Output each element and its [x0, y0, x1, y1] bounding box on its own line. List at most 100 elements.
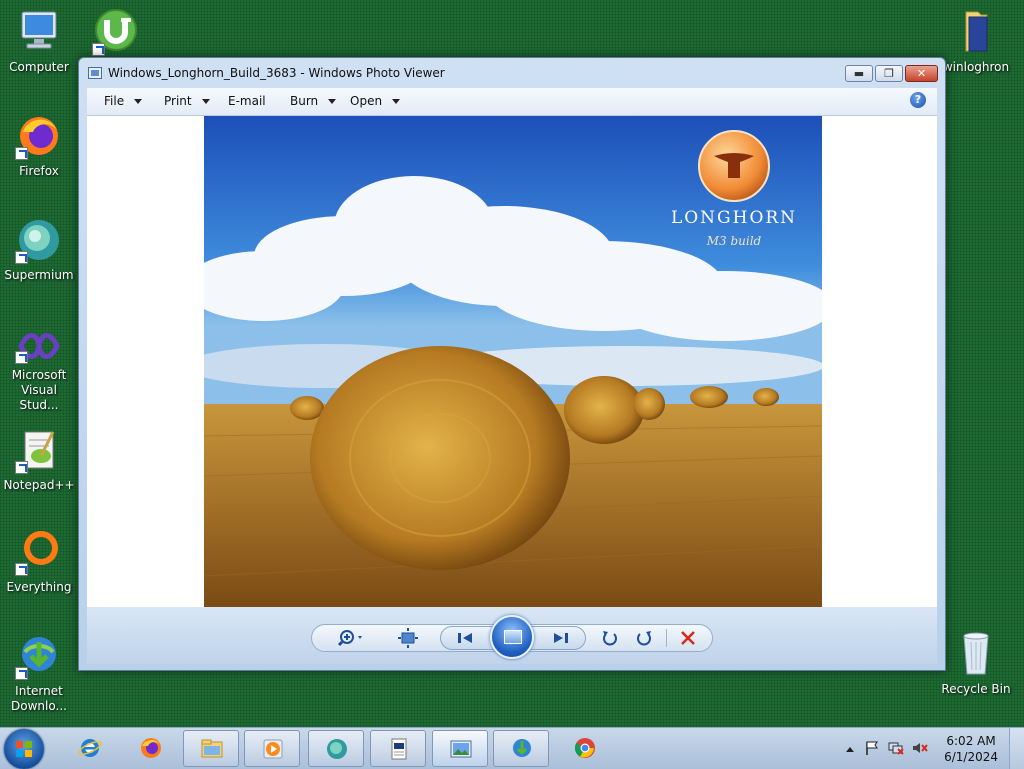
notepadpp-icon [15, 426, 63, 474]
menu-file-label: File [104, 94, 125, 108]
divider [666, 629, 667, 647]
chevron-down-icon [134, 99, 143, 104]
desktop-icon-folder[interactable]: winloghron [938, 8, 1014, 75]
flag-icon [866, 741, 878, 755]
menu-bar: File Print E-mail Burn Open ? [87, 88, 937, 116]
chevron-up-icon [846, 747, 854, 752]
close-button[interactable]: ✕ [905, 65, 938, 82]
menu-email-label: E-mail [228, 94, 266, 108]
desktop-icon-label: Notepad++ [3, 478, 75, 492]
taskbar-media-player[interactable] [244, 730, 300, 767]
photo-viewer-app-icon [88, 67, 102, 79]
clock[interactable]: 6:02 AM 6/1/2024 [944, 733, 998, 765]
shortcut-arrow-icon [15, 147, 28, 160]
taskbar-internet-download-manager[interactable] [493, 730, 549, 767]
rotate-counterclockwise-button[interactable] [598, 625, 622, 651]
folder-icon [952, 8, 1000, 56]
menu-print-label: Print [164, 94, 192, 108]
desktop-icon-firefox[interactable]: Firefox [1, 112, 77, 179]
menu-print[interactable]: Print [164, 94, 210, 108]
menu-file[interactable]: File [104, 94, 143, 108]
zoom-icon [337, 630, 362, 647]
desktop-icon-everything[interactable]: Everything [1, 528, 77, 595]
desktop-icon-supermium[interactable]: Supermium [1, 216, 77, 283]
volume-muted-icon [913, 743, 928, 753]
desktop-icon-label: Microsoft Visual Stud... [11, 368, 67, 412]
menu-open[interactable]: Open [350, 94, 401, 108]
supermium-icon [15, 216, 63, 264]
desktop-icon-internet-download-manager[interactable]: Internet Downlo... [1, 632, 77, 714]
taskbar-document[interactable] [370, 730, 426, 767]
minimize-button[interactable]: ▬ [845, 65, 873, 82]
show-hidden-icons-button[interactable] [844, 743, 860, 757]
media-player-icon [263, 739, 283, 759]
system-tray: 6:02 AM 6/1/2024 [824, 728, 1024, 769]
chevron-down-icon [392, 99, 401, 104]
menu-burn-label: Burn [290, 94, 319, 108]
desktop-icon-label: Firefox [19, 164, 59, 178]
show-desktop-button[interactable] [1009, 728, 1024, 769]
shortcut-arrow-icon [15, 667, 28, 680]
action-center-button[interactable] [864, 741, 880, 755]
shortcut-arrow-icon [15, 461, 28, 474]
caption-buttons: ▬ ❐ ✕ [843, 65, 938, 82]
network-button[interactable] [888, 741, 904, 755]
firefox-icon [15, 112, 63, 160]
restore-button[interactable]: ❐ [875, 65, 903, 82]
delete-icon [681, 631, 695, 645]
previous-button[interactable] [452, 625, 478, 651]
taskbar-internet-explorer[interactable] [62, 730, 118, 767]
menu-email[interactable]: E-mail [228, 94, 266, 108]
desktop-icon-computer[interactable]: Computer [1, 8, 77, 75]
menu-open-label: Open [350, 94, 383, 108]
desktop-icon-label: Internet Downlo... [11, 684, 67, 713]
actual-size-icon [398, 628, 418, 648]
desktop-icon-visual-studio[interactable]: Microsoft Visual Stud... [1, 328, 77, 413]
photo-image: LONGHORN M3 build [204, 116, 822, 608]
taskbar-file-explorer[interactable] [183, 730, 239, 767]
previous-icon [458, 633, 472, 643]
title-bar[interactable]: Windows_Longhorn_Build_3683 - Windows Ph… [79, 58, 945, 88]
window-title: Windows_Longhorn_Build_3683 - Windows Ph… [108, 66, 445, 80]
close-icon: ✕ [916, 67, 927, 80]
volume-button[interactable] [912, 741, 928, 755]
taskbar-chrome[interactable] [557, 730, 613, 767]
desktop-icon-utorrent[interactable] [78, 8, 154, 60]
desktop-icon-label: Computer [9, 60, 69, 74]
actual-size-button[interactable] [396, 625, 420, 651]
clock-date: 6/1/2024 [944, 750, 998, 764]
longhorn-logo-icon [698, 130, 770, 202]
shortcut-arrow-icon [15, 563, 28, 576]
desktop-icon-notepadpp[interactable]: Notepad++ [1, 426, 77, 493]
internet-download-manager-icon [513, 739, 531, 757]
image-viewport[interactable]: LONGHORN M3 build [87, 116, 937, 608]
delete-button[interactable] [676, 625, 700, 651]
rotate-counterclockwise-icon [603, 631, 617, 646]
menu-burn[interactable]: Burn [290, 94, 337, 108]
file-explorer-icon [201, 739, 223, 758]
internet-download-manager-icon [15, 632, 63, 680]
rotate-clockwise-button[interactable] [632, 625, 656, 651]
zoom-button[interactable] [336, 625, 370, 651]
next-button[interactable] [548, 625, 574, 651]
desktop-icon-recycle-bin[interactable]: Recycle Bin [938, 630, 1014, 697]
start-button[interactable] [4, 729, 44, 769]
chrome-icon [574, 738, 595, 758]
slideshow-button[interactable] [490, 615, 534, 659]
taskbar-photo-viewer[interactable] [432, 730, 488, 767]
firefox-icon [141, 738, 161, 758]
computer-icon [15, 8, 63, 56]
rotate-clockwise-icon [637, 631, 651, 646]
taskbar-firefox[interactable] [123, 730, 179, 767]
everything-search-icon [15, 528, 63, 576]
desktop-icon-label: Recycle Bin [941, 682, 1011, 696]
shortcut-arrow-icon [15, 251, 28, 264]
help-icon[interactable]: ? [910, 92, 926, 108]
photo-brand-text: LONGHORN [670, 208, 798, 228]
supermium-icon [327, 739, 347, 759]
taskbar-supermium[interactable] [308, 730, 364, 767]
restore-icon: ❐ [884, 67, 894, 80]
photo-subtitle-text: M3 build [706, 234, 762, 248]
photo-viewer-window[interactable]: Windows_Longhorn_Build_3683 - Windows Ph… [78, 57, 946, 671]
desktop-icon-label: Everything [6, 580, 72, 594]
